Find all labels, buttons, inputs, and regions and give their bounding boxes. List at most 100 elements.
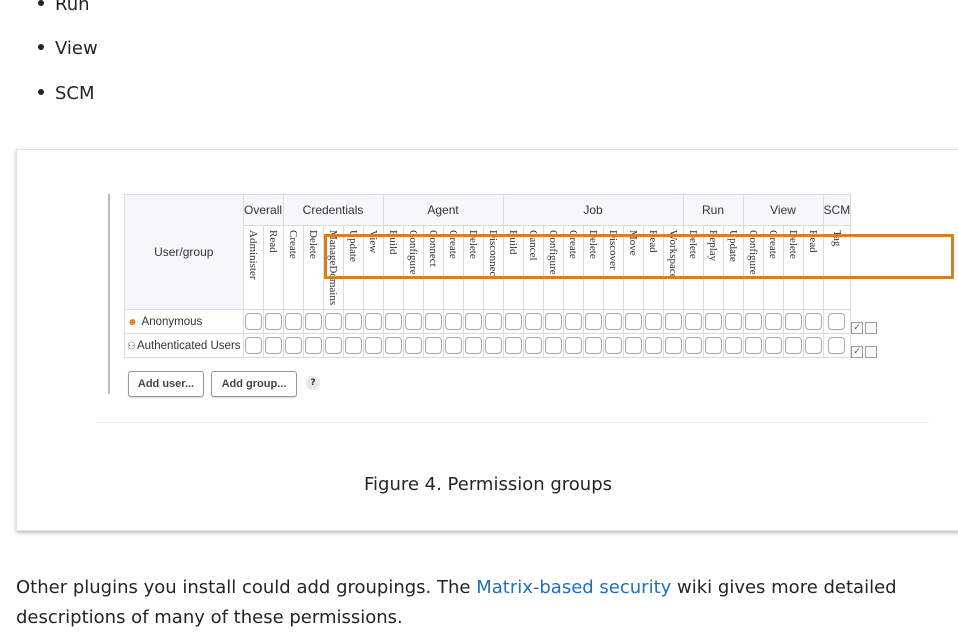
permission-cell: [682, 309, 704, 334]
permission-checkbox[interactable]: [324, 313, 342, 330]
permission-checkbox[interactable]: [784, 337, 802, 354]
permission-cell: [442, 309, 464, 334]
permission-checkbox[interactable]: [244, 337, 262, 354]
permission-checkbox[interactable]: [644, 313, 662, 330]
select-all-icon[interactable]: ✓: [851, 321, 863, 334]
permission-checkbox[interactable]: [604, 337, 622, 354]
permission-header: Read: [642, 225, 664, 310]
permission-checkbox[interactable]: [724, 313, 742, 330]
permission-checkbox[interactable]: [264, 337, 282, 354]
permission-checkbox[interactable]: [744, 337, 762, 354]
permission-header: Administer: [242, 225, 264, 310]
bullet-text-scm: SCM: [55, 83, 95, 104]
permission-checkbox[interactable]: [284, 313, 302, 330]
permission-checkbox[interactable]: [704, 337, 722, 354]
permission-checkbox[interactable]: [304, 313, 322, 330]
permission-checkbox[interactable]: [804, 337, 822, 354]
permission-checkbox[interactable]: [264, 313, 282, 330]
permission-checkbox[interactable]: [584, 313, 602, 330]
permission-checkbox[interactable]: [828, 337, 846, 354]
permission-cell: [322, 333, 344, 358]
select-all-icon[interactable]: ✓: [851, 345, 863, 358]
bullet-text-run: Run: [55, 0, 90, 15]
permission-checkbox[interactable]: [484, 337, 502, 354]
permission-checkbox[interactable]: [784, 313, 802, 330]
permission-label: Update: [727, 230, 740, 262]
help-icon[interactable]: ?: [306, 376, 320, 390]
permission-checkbox[interactable]: [584, 337, 602, 354]
permission-checkbox[interactable]: [324, 337, 342, 354]
permission-header: Build: [382, 225, 404, 310]
figure-card: User/group Overall Credentials Agent Job Run…: [16, 149, 958, 531]
permission-header: Tag: [822, 225, 852, 310]
permission-checkbox[interactable]: [524, 313, 542, 330]
permission-checkbox[interactable]: [604, 313, 622, 330]
matrix-security-link[interactable]: Matrix-based security: [476, 577, 671, 598]
permission-cell: [382, 333, 404, 358]
permission-checkbox[interactable]: [524, 337, 542, 354]
permission-checkbox[interactable]: [564, 337, 582, 354]
permission-checkbox[interactable]: [284, 337, 302, 354]
permission-label: Discover: [607, 230, 620, 270]
permission-checkbox[interactable]: [804, 313, 822, 330]
permission-checkbox[interactable]: [684, 337, 702, 354]
permission-checkbox[interactable]: [404, 337, 422, 354]
permission-checkbox[interactable]: [484, 313, 502, 330]
permission-checkbox[interactable]: [304, 337, 322, 354]
add-group-button[interactable]: Add group...: [211, 371, 297, 397]
permission-checkbox[interactable]: [704, 313, 722, 330]
permission-checkbox[interactable]: [444, 337, 462, 354]
clear-all-icon[interactable]: [865, 321, 877, 334]
permission-checkbox[interactable]: [424, 313, 442, 330]
permission-label: Move: [627, 230, 640, 256]
permission-checkbox[interactable]: [664, 337, 682, 354]
permission-cell: [642, 333, 664, 358]
permission-checkbox[interactable]: [384, 337, 402, 354]
permission-label: Cancel: [527, 230, 540, 261]
permission-checkbox[interactable]: [644, 337, 662, 354]
permission-checkbox[interactable]: [344, 313, 362, 330]
permission-cell: [822, 333, 852, 358]
permission-cell: [782, 333, 804, 358]
permission-checkbox[interactable]: [364, 337, 382, 354]
permission-label: Administer: [247, 230, 260, 280]
permission-checkbox[interactable]: [764, 313, 782, 330]
permission-checkbox[interactable]: [684, 313, 702, 330]
permission-cell: [802, 333, 824, 358]
permission-checkbox[interactable]: [828, 313, 846, 330]
permission-checkbox[interactable]: [624, 337, 642, 354]
permission-checkbox[interactable]: [764, 337, 782, 354]
permission-cell: [282, 333, 304, 358]
permission-label: Read: [267, 230, 280, 253]
permission-checkbox[interactable]: [744, 313, 762, 330]
permission-checkbox[interactable]: [464, 337, 482, 354]
permission-checkbox[interactable]: [544, 337, 562, 354]
permission-checkbox[interactable]: [444, 313, 462, 330]
figure-caption: Figure 4. Permission groups: [363, 474, 613, 495]
permission-checkbox[interactable]: [564, 313, 582, 330]
permission-checkbox[interactable]: [464, 313, 482, 330]
permission-cell: [622, 309, 644, 334]
permission-checkbox[interactable]: [244, 313, 262, 330]
add-user-button[interactable]: Add user...: [128, 371, 204, 397]
clear-all-icon[interactable]: [865, 345, 877, 358]
permission-checkbox[interactable]: [404, 313, 422, 330]
permission-header: Disconnect: [482, 225, 504, 310]
permission-cell: [542, 333, 564, 358]
permission-checkbox[interactable]: [424, 337, 442, 354]
permission-header: Update: [342, 225, 364, 310]
permission-cell: [342, 309, 364, 334]
permission-checkbox[interactable]: [364, 313, 382, 330]
permission-checkbox[interactable]: [544, 313, 562, 330]
permission-cell: [802, 309, 824, 334]
permission-checkbox[interactable]: [664, 313, 682, 330]
permission-label: Configure: [747, 230, 760, 275]
permission-checkbox[interactable]: [624, 313, 642, 330]
permission-checkbox[interactable]: [384, 313, 402, 330]
permission-checkbox[interactable]: [504, 337, 522, 354]
user-group-header: User/group: [124, 194, 244, 310]
permission-checkbox[interactable]: [504, 313, 522, 330]
permission-cell: [702, 333, 724, 358]
permission-checkbox[interactable]: [344, 337, 362, 354]
permission-checkbox[interactable]: [724, 337, 742, 354]
